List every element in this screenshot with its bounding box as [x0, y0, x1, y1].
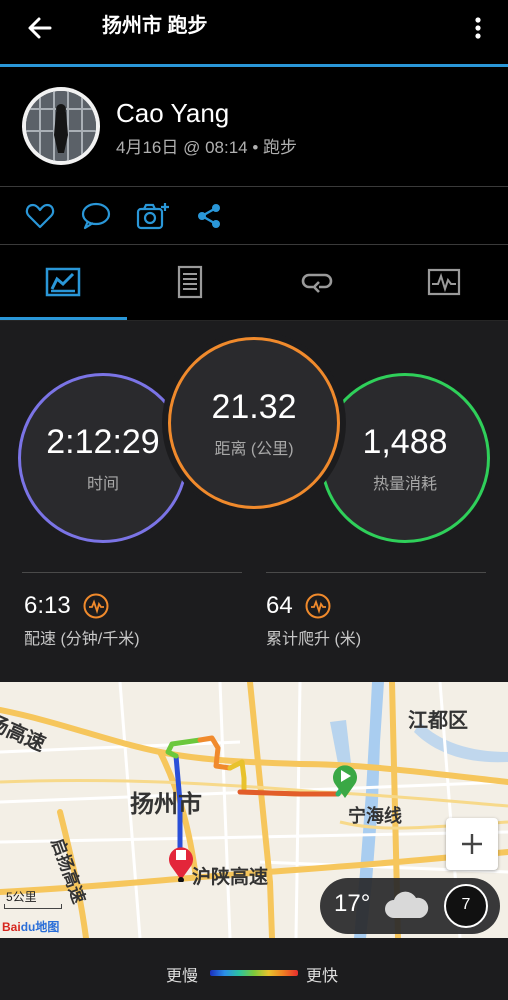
social-actions: [0, 187, 508, 245]
legend-slow-label: 更慢: [166, 968, 199, 985]
start-marker-icon[interactable]: [330, 762, 360, 800]
logo-text-tu: 地图: [35, 920, 60, 934]
back-arrow-icon[interactable]: [22, 10, 58, 46]
user-name[interactable]: Cao Yang: [116, 97, 229, 129]
distance-stat-circle: 21.32 距离 (公里): [168, 337, 340, 509]
comment-icon[interactable]: [80, 201, 112, 231]
share-icon[interactable]: [194, 201, 226, 231]
elevation-value: 64: [266, 592, 293, 619]
pace-stat: 6:13 配速 (分钟/千米): [24, 591, 140, 649]
logo-text-du: du: [20, 920, 36, 934]
calories-label: 热量消耗: [372, 476, 437, 493]
document-list-icon: [177, 265, 203, 299]
pace-color-legend: 更慢 更快: [0, 938, 508, 1000]
legend-fast-label: 更快: [306, 968, 339, 985]
pace-chart-icon[interactable]: [83, 593, 109, 619]
time-stat-circle: 2:12:29 时间: [18, 373, 188, 543]
time-value: 2:12:29: [46, 423, 160, 461]
pace-value: 6:13: [24, 592, 71, 619]
calories-stat-circle: 1,488 热量消耗: [320, 373, 490, 543]
map-provider-logo: Baidu地图: [2, 918, 59, 935]
calories-value: 1,488: [362, 423, 448, 461]
weather-widget[interactable]: 17° 7: [320, 878, 500, 934]
zoom-level: 7: [461, 896, 471, 913]
page-title: 扬州市 跑步: [102, 15, 208, 37]
add-photo-icon[interactable]: [136, 201, 169, 231]
elevation-label: 累计爬升 (米): [266, 631, 362, 648]
cloud-icon: [385, 891, 429, 918]
stats-card-icon: [45, 267, 81, 297]
stats-panel: 2:12:29 时间 1,488 热量消耗 21.32 距离 (公里) 6:13…: [0, 321, 508, 682]
map-label: 扬州市: [130, 791, 202, 818]
laps-loop-icon: [301, 273, 333, 293]
distance-value: 21.32: [211, 388, 297, 426]
more-options-icon[interactable]: [466, 10, 490, 46]
time-label: 时间: [86, 476, 119, 493]
map-label: 沪陕高速: [192, 867, 269, 888]
graph-chart-icon: [427, 268, 461, 296]
distance-label: 距离 (公里): [214, 441, 294, 458]
map-scale-label: 5公里: [6, 890, 37, 904]
map-label: 宁海线: [348, 806, 402, 826]
elevation-chart-icon[interactable]: [305, 593, 331, 619]
top-bar: 扬州市 跑步: [0, 0, 508, 64]
zoom-in-button[interactable]: +: [446, 818, 498, 870]
finish-marker-icon[interactable]: [166, 842, 196, 882]
tab-charts[interactable]: [381, 245, 508, 321]
tab-laps[interactable]: [254, 245, 381, 321]
divider: [22, 572, 242, 573]
activity-owner: Cao Yang 4月16日 @ 08:14 • 跑步: [0, 67, 508, 187]
activity-date-type: 4月16日 @ 08:14 • 跑步: [116, 138, 298, 157]
temperature: 17°: [334, 890, 371, 917]
pace-label: 配速 (分钟/千米): [24, 631, 140, 648]
elevation-stat: 64 累计爬升 (米): [266, 591, 361, 649]
map-scale-bar: [4, 904, 62, 909]
tab-details[interactable]: [127, 245, 254, 321]
avatar[interactable]: [22, 87, 100, 165]
logo-text-bai: Bai: [2, 920, 21, 934]
activity-tabs: [0, 245, 508, 321]
tab-overview[interactable]: [0, 245, 127, 321]
divider: [266, 572, 486, 573]
map-label: 江都区: [408, 710, 468, 732]
map-zoom-level-indicator[interactable]: 7: [444, 884, 488, 928]
route-map[interactable]: 扬高速 江都区 扬州市 宁海线 启扬高速 沪陕高速 + 5公里 Baidu地图 …: [0, 682, 508, 938]
heart-icon[interactable]: [24, 201, 56, 231]
pace-gradient-bar: [210, 970, 298, 976]
